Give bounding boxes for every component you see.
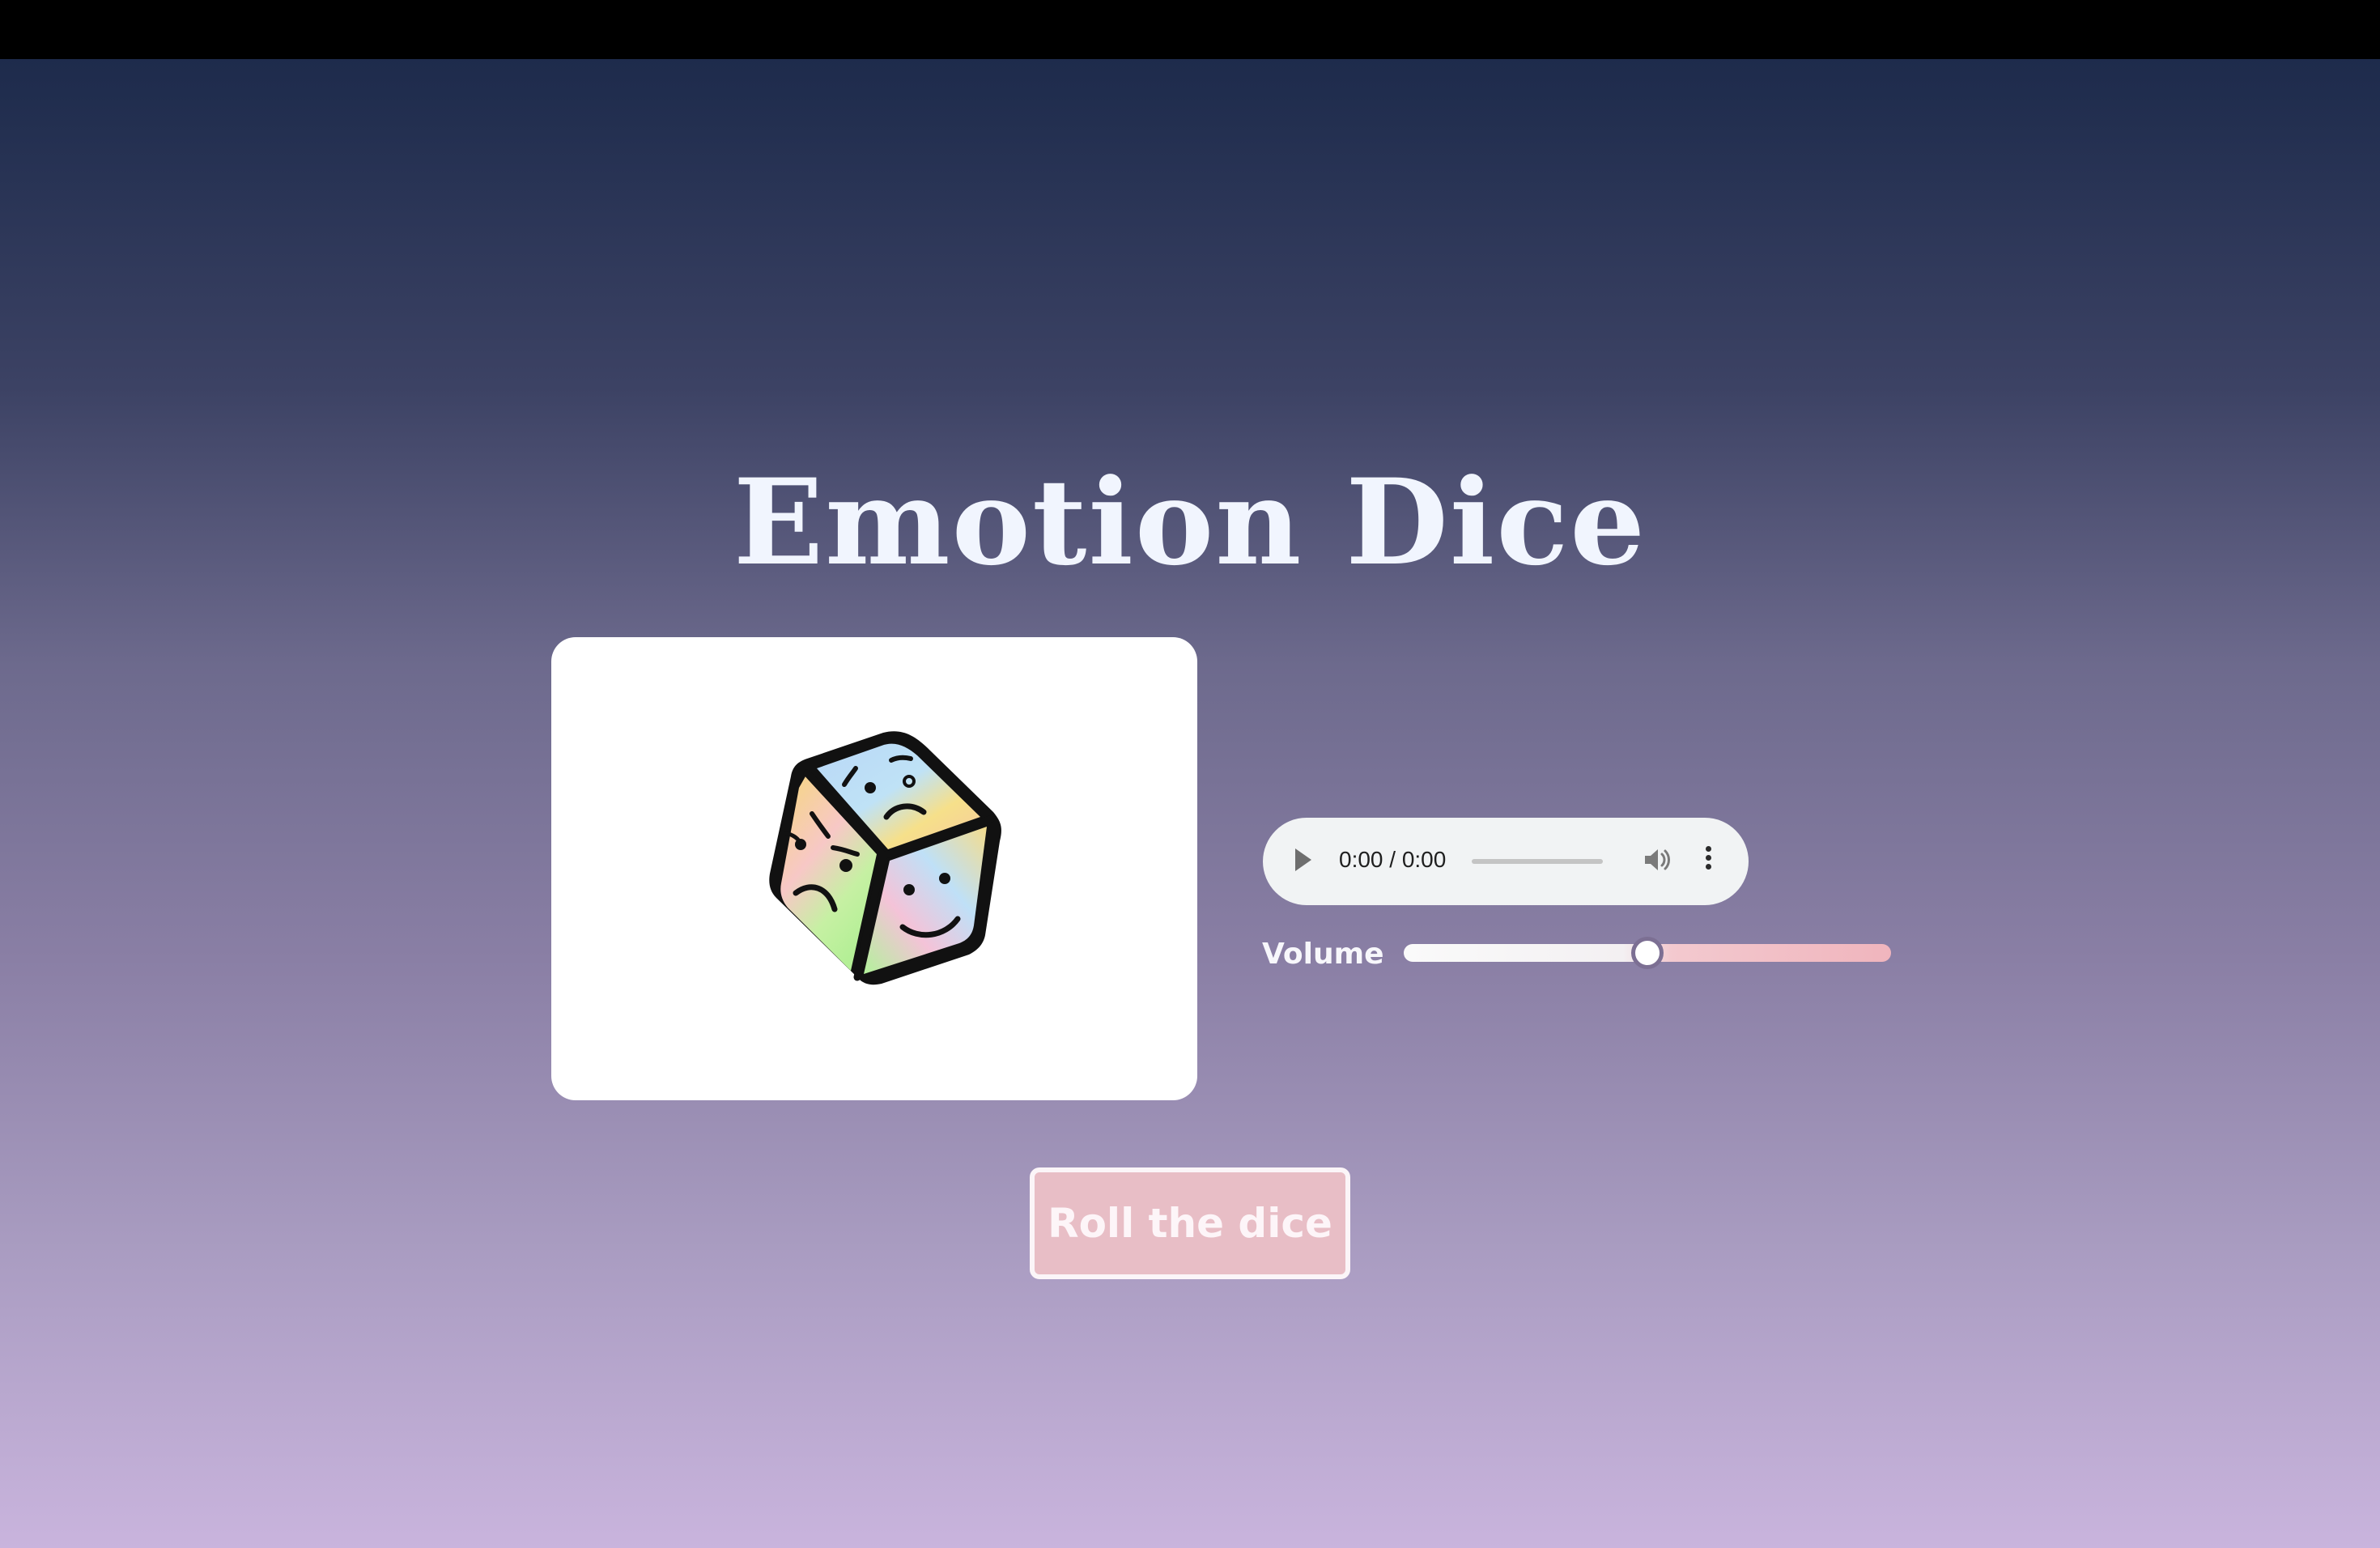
emotion-dice-icon xyxy=(769,731,1001,985)
audio-player[interactable]: 0:00 / 0:00 xyxy=(1263,818,1749,905)
volume-label: Volume xyxy=(1262,938,1384,971)
page-title: Emotion Dice xyxy=(733,453,1647,592)
dice-image-card xyxy=(551,637,1197,1100)
volume-slider[interactable] xyxy=(1404,937,1891,969)
roll-dice-button[interactable]: Roll the dice xyxy=(1030,1167,1350,1279)
more-vertical-icon[interactable] xyxy=(1702,844,1715,879)
speaker-icon[interactable] xyxy=(1640,844,1672,876)
audio-progress-bar[interactable] xyxy=(1472,859,1603,864)
audio-time: 0:00 / 0:00 xyxy=(1339,847,1447,872)
volume-slider-thumb[interactable] xyxy=(1631,937,1664,969)
play-icon[interactable] xyxy=(1295,848,1311,871)
window-top-bar xyxy=(0,0,2380,59)
